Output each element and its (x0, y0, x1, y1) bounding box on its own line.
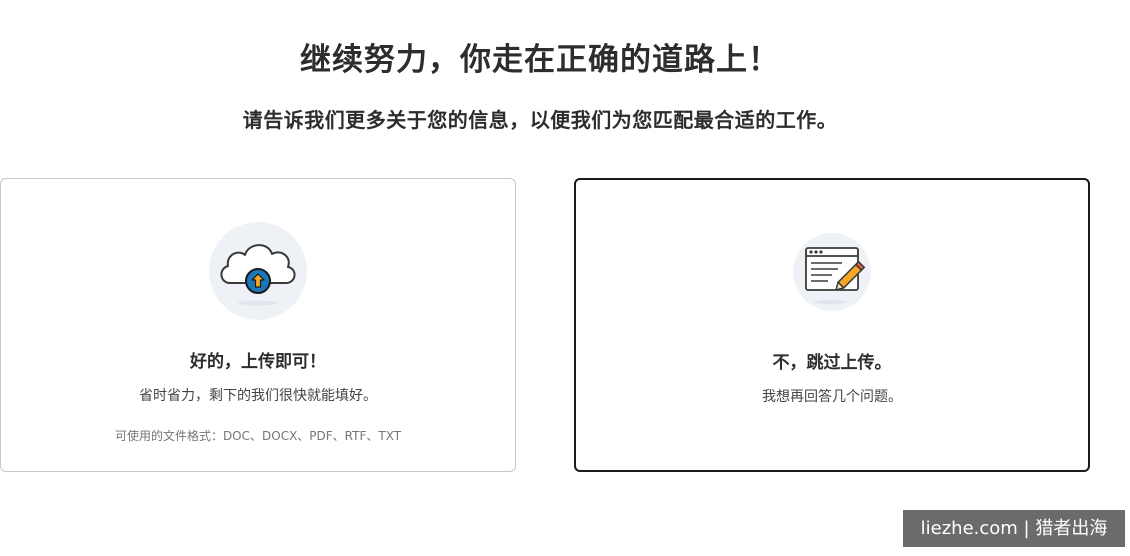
watermark: liezhe.com | 猎者出海 (903, 510, 1125, 547)
page-title: 继续努力，你走在正确的道路上！ (300, 42, 780, 78)
upload-resume-card[interactable]: 好的，上传即可！ 省时省力，剩下的我们很快就能填好。 可使用的文件格式：DOC、… (0, 178, 516, 472)
skip-card-description: 我想再回答几个问题。 (762, 389, 902, 405)
page-subtitle: 请告诉我们更多关于您的信息，以便我们为您匹配最合适的工作。 (242, 108, 838, 132)
document-pencil-icon (792, 232, 872, 312)
cloud-upload-icon (208, 221, 308, 321)
skip-upload-card[interactable]: 不，跳过上传。 我想再回答几个问题。 (574, 178, 1090, 472)
skip-card-heading: 不，跳过上传。 (772, 353, 892, 373)
upload-card-description: 省时省力，剩下的我们很快就能填好。 (139, 388, 377, 404)
upload-card-formats: 可使用的文件格式：DOC、DOCX、PDF、RTF、TXT (114, 429, 402, 443)
upload-card-heading: 好的，上传即可！ (190, 352, 326, 372)
